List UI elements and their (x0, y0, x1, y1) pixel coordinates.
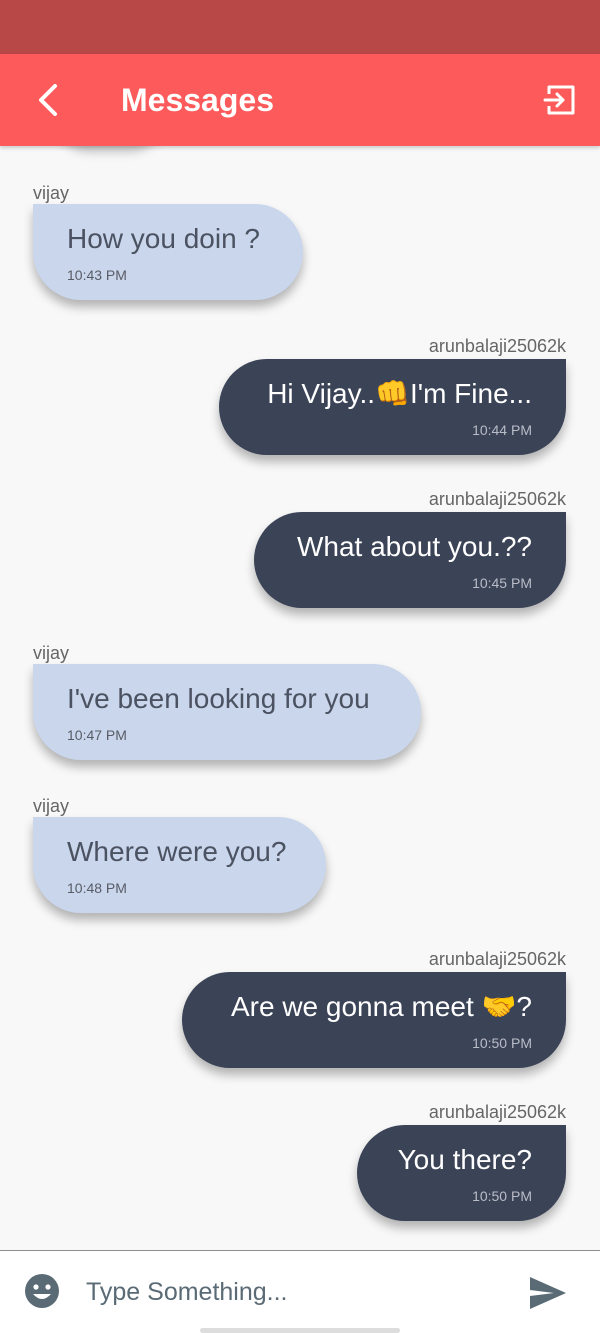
status-bar (0, 0, 600, 54)
send-button[interactable] (528, 1275, 568, 1311)
message-time: 10:50 PM (472, 1188, 532, 1204)
message-sender: vijay (33, 796, 70, 816)
message-text: How you doin ? (67, 223, 261, 254)
message-text: Are we gonna meet 🤝? (230, 991, 532, 1022)
message-bubble[interactable]: You there? 10:50 PM (357, 1125, 566, 1221)
exit-icon (543, 85, 575, 115)
page-title: Messages (121, 82, 274, 118)
emoji-button[interactable] (24, 1273, 60, 1309)
message-input[interactable] (84, 1269, 508, 1315)
message-bubble[interactable]: How you doin ? 10:43 PM (33, 204, 303, 300)
message-time: 10:47 PM (67, 727, 127, 743)
message-outgoing: arunbalaji25062k You there? 10:50 PM (0, 1101, 600, 1231)
message-bubble[interactable]: I've been looking for you 10:47 PM (33, 664, 421, 760)
chevron-left-icon (39, 84, 57, 116)
message-text: Hi Vijay..👊I'm Fine... (267, 378, 532, 409)
message-composer (0, 1250, 600, 1333)
message-sender: arunbalaji25062k (428, 489, 566, 509)
message-time: 10:45 PM (472, 575, 532, 591)
message-time: 10:48 PM (67, 880, 127, 896)
message-time: 10:50 PM (472, 1035, 532, 1051)
message-text: I've been looking for you (67, 683, 370, 714)
send-icon (530, 1277, 566, 1309)
message-incoming: vijay How you doin ? 10:43 PM (0, 182, 600, 312)
message-bubble[interactable]: What about you.?? 10:45 PM (254, 512, 566, 608)
message-text: What about you.?? (296, 531, 532, 562)
message-outgoing: arunbalaji25062k Are we gonna meet 🤝? 10… (0, 948, 600, 1078)
message-sender: vijay (33, 183, 70, 203)
message-sender: arunbalaji25062k (428, 1102, 566, 1122)
app-bar: Messages (0, 54, 600, 146)
message-bubble[interactable]: Are we gonna meet 🤝? 10:50 PM (182, 972, 566, 1068)
smiley-icon (25, 1274, 59, 1308)
message-text: You there? (397, 1144, 532, 1175)
home-indicator (200, 1328, 400, 1333)
message-text: Where were you? (67, 836, 287, 867)
message-bubble[interactable]: Hi Vijay..👊I'm Fine... 10:44 PM (219, 359, 566, 455)
message-time: 10:43 PM (67, 267, 127, 283)
logout-button[interactable] (538, 78, 582, 122)
message-sender: vijay (33, 643, 70, 663)
message-outgoing: arunbalaji25062k What about you.?? 10:45… (0, 488, 600, 618)
message-sender: arunbalaji25062k (428, 336, 566, 356)
message-incoming: vijay Where were you? 10:48 PM (0, 795, 600, 925)
message-incoming: vijay I've been looking for you 10:47 PM (0, 642, 600, 772)
message-list[interactable]: vijay How you doin ? 10:43 PM arunbalaji… (0, 146, 600, 1250)
message-time: 10:44 PM (472, 422, 532, 438)
message-sender: arunbalaji25062k (428, 949, 566, 969)
message-bubble[interactable]: Where were you? 10:48 PM (33, 817, 326, 913)
message-outgoing: arunbalaji25062k Hi Vijay..👊I'm Fine... … (0, 335, 600, 465)
back-button[interactable] (26, 76, 70, 124)
